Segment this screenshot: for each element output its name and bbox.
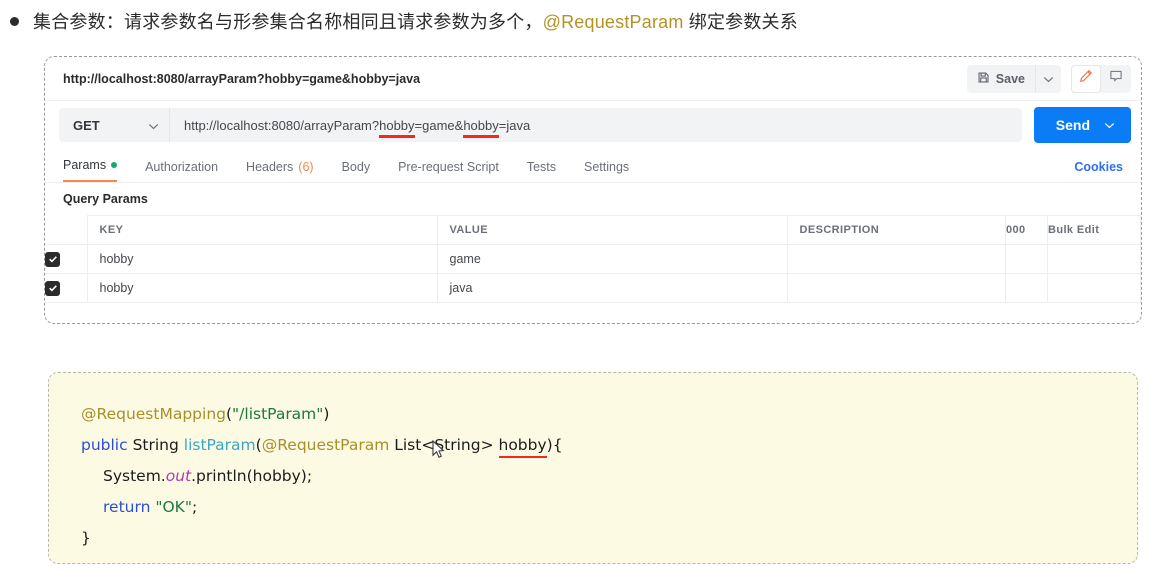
heading-bullet-line: 集合参数：请求参数名与形参集合名称相同且请求参数为多个，@RequestPara… xyxy=(10,6,1145,36)
row-spacer-cell xyxy=(1005,273,1048,303)
row-spacer-cell-2 xyxy=(1047,244,1141,274)
code-line-5: } xyxy=(81,529,91,547)
page-title: 集合参数：请求参数名与形参集合名称相同且请求参数为多个，@RequestPara… xyxy=(33,8,798,34)
pencil-icon xyxy=(1079,69,1093,88)
row-checkbox-cell[interactable] xyxy=(45,273,88,303)
url-highlight-hobby-2: hobby xyxy=(463,117,500,138)
code-line-3: System.out.println(hobby); xyxy=(81,461,1137,492)
tab-headers-count: (6) xyxy=(298,160,314,174)
save-dropdown-button[interactable] xyxy=(1035,64,1061,93)
code-annotation-requestmapping: @RequestMapping xyxy=(81,405,226,423)
chevron-down-icon[interactable] xyxy=(1104,122,1131,129)
column-header-value: VALUE xyxy=(437,215,788,245)
tab-settings[interactable]: Settings xyxy=(584,160,629,182)
table-options-icon[interactable]: 000 xyxy=(1005,215,1048,245)
code-semicolon: ; xyxy=(191,498,198,516)
heading-annotation: @RequestParam xyxy=(542,12,684,32)
http-method-value: GET xyxy=(73,117,100,133)
row-description-cell[interactable] xyxy=(787,273,1006,303)
table-header-row: KEY VALUE DESCRIPTION 000 Bulk Edit xyxy=(45,215,1141,245)
url-part-1: http://localhost:8080/arrayParam? xyxy=(184,117,380,133)
column-header-checkbox xyxy=(45,215,88,245)
tab-settings-label: Settings xyxy=(584,160,630,174)
code-string-listparam-path: "/listParam" xyxy=(232,405,324,423)
query-params-label: Query Params xyxy=(63,192,148,206)
code-field-out: out xyxy=(165,467,192,485)
row-description-cell[interactable] xyxy=(787,244,1006,274)
code-line2-tail: ){ xyxy=(546,436,563,454)
url-part-2: =game& xyxy=(414,117,464,133)
row-key-cell[interactable]: hobby xyxy=(87,244,438,274)
url-part-3: =java xyxy=(498,117,531,133)
row-spacer-cell-2 xyxy=(1047,273,1141,303)
chevron-down-icon xyxy=(148,118,159,133)
query-params-table: KEY VALUE DESCRIPTION 000 Bulk Edit hobb… xyxy=(45,215,1141,303)
row-checkbox-cell[interactable] xyxy=(45,244,88,274)
send-button[interactable]: Send xyxy=(1033,107,1131,143)
code-keyword-public: public xyxy=(81,436,128,454)
save-button[interactable]: Save xyxy=(966,64,1035,93)
code-paren-close: ) xyxy=(323,405,330,423)
java-code-block: @RequestMapping("/listParam") public Str… xyxy=(48,372,1138,564)
code-system-prefix: System. xyxy=(103,467,166,485)
row-key-cell[interactable]: hobby xyxy=(87,273,438,303)
url-highlight-hobby-1: hobby xyxy=(379,117,415,138)
row-value-cell[interactable]: java xyxy=(437,273,788,303)
postman-request-panel: http://localhost:8080/arrayParam?hobby=g… xyxy=(44,56,1142,324)
tab-body-label: Body xyxy=(341,160,371,174)
params-modified-dot-icon xyxy=(111,162,118,168)
code-string-ok: "OK" xyxy=(150,498,192,516)
table-row: hobby game xyxy=(45,244,1141,274)
code-type-string: String xyxy=(127,436,184,454)
code-line-4: return "OK"; xyxy=(81,492,1137,523)
heading-text-after: 绑定参数关系 xyxy=(683,12,798,32)
checkbox-checked-icon[interactable] xyxy=(45,280,60,296)
tab-headers[interactable]: Headers (6) xyxy=(246,160,314,182)
save-button-label: Save xyxy=(995,71,1025,86)
row-value-cell[interactable]: game xyxy=(437,244,788,274)
tab-pre-request-script-label: Pre-request Script xyxy=(398,160,499,174)
comment-icon xyxy=(1109,69,1123,88)
code-line-1: @RequestMapping("/listParam") xyxy=(81,399,1137,430)
code-annotation-requestparam: @RequestParam xyxy=(261,436,390,454)
request-url-input[interactable]: http://localhost:8080/arrayParam? hobby =g… xyxy=(169,108,1022,142)
code-generic-list-string: List<String> xyxy=(389,436,499,454)
request-url-row: GET http://localhost:8080/arrayParam? hob… xyxy=(45,101,1141,149)
tab-tests[interactable]: Tests xyxy=(527,160,556,182)
tab-params-label: Params xyxy=(63,158,107,172)
view-mode-toggle-group xyxy=(1071,64,1131,93)
row-spacer-cell xyxy=(1005,244,1048,274)
tab-headers-label: Headers xyxy=(246,160,294,174)
request-name-label: http://localhost:8080/arrayParam?hobby=g… xyxy=(63,71,421,86)
column-header-description: DESCRIPTION xyxy=(787,215,1006,245)
edit-request-button[interactable] xyxy=(1071,64,1101,93)
http-method-select[interactable]: GET xyxy=(59,108,169,142)
tab-authorization-label: Authorization xyxy=(145,160,219,174)
tab-tests-label: Tests xyxy=(526,160,556,174)
code-keyword-return: return xyxy=(103,498,151,516)
table-row: hobby java xyxy=(45,273,1141,303)
bulk-edit-button[interactable]: Bulk Edit xyxy=(1047,215,1141,245)
request-name-row: http://localhost:8080/arrayParam?hobby=g… xyxy=(45,57,1141,101)
tab-params[interactable]: Params xyxy=(63,158,118,182)
code-method-name: listParam xyxy=(183,436,256,454)
code-param-hobby: hobby xyxy=(498,436,547,454)
tab-body[interactable]: Body xyxy=(342,160,371,182)
cookies-link[interactable]: Cookies xyxy=(1074,160,1123,174)
checkbox-checked-icon[interactable] xyxy=(45,251,60,267)
heading-text-before: 集合参数：请求参数名与形参集合名称相同且请求参数为多个， xyxy=(33,12,543,32)
floppy-disk-icon xyxy=(977,71,990,87)
tab-pre-request-script[interactable]: Pre-request Script xyxy=(398,160,499,182)
comment-button[interactable] xyxy=(1101,65,1131,93)
request-tabs: Params Authorization Headers (6) Body Pr… xyxy=(45,149,1141,183)
tab-authorization[interactable]: Authorization xyxy=(145,160,218,182)
code-line-2: public String listParam(@RequestParam Li… xyxy=(81,430,1137,461)
bullet-dot-icon xyxy=(10,16,19,26)
code-println-call: .println(hobby); xyxy=(191,467,313,485)
chevron-down-icon xyxy=(1043,70,1054,88)
send-button-label: Send xyxy=(1055,117,1090,133)
column-header-key: KEY xyxy=(87,215,438,245)
